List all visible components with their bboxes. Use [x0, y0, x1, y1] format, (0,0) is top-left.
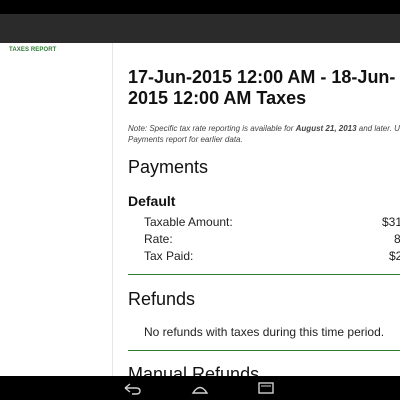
report-note: Note: Specific tax rate reporting is ava…: [128, 123, 400, 145]
payments-divider: [128, 274, 400, 275]
rate-value: 8: [394, 232, 400, 246]
payments-heading: Payments: [128, 157, 209, 177]
refunds-empty-message: No refunds with taxes during this time p…: [144, 325, 385, 339]
content-area: TAXES REPORT 17-Jun-2015 12:00 AM - 18-J…: [0, 43, 400, 376]
refunds-heading: Refunds: [128, 289, 196, 309]
recents-icon[interactable]: [256, 381, 276, 395]
refunds-divider: [128, 350, 400, 351]
action-bar: [0, 14, 400, 43]
rate-label: Rate:: [144, 232, 173, 246]
back-icon[interactable]: [122, 381, 142, 395]
sidebar-item-taxes-report[interactable]: TAXES REPORT: [9, 47, 56, 53]
note-date: August 21, 2013: [295, 124, 357, 133]
report-panel: 17-Jun-2015 12:00 AM - 18-Jun-2015 12:00…: [128, 43, 400, 376]
tax-paid-label: Tax Paid:: [144, 249, 194, 263]
status-bar: [0, 0, 400, 14]
manual-refunds-heading: Manual Refunds: [128, 364, 260, 376]
sidebar: TAXES REPORT: [0, 43, 113, 376]
home-icon[interactable]: [190, 381, 210, 395]
tax-paid-value: $2: [389, 249, 400, 263]
navigation-bar: [0, 376, 400, 400]
report-title: 17-Jun-2015 12:00 AM - 18-Jun-2015 12:00…: [128, 67, 396, 108]
taxable-amount-value: $31: [382, 215, 400, 229]
note-prefix: Note: Specific tax rate reporting is ava…: [128, 124, 296, 133]
taxable-amount-label: Taxable Amount:: [144, 215, 233, 229]
payments-group-default: Default: [128, 193, 176, 209]
